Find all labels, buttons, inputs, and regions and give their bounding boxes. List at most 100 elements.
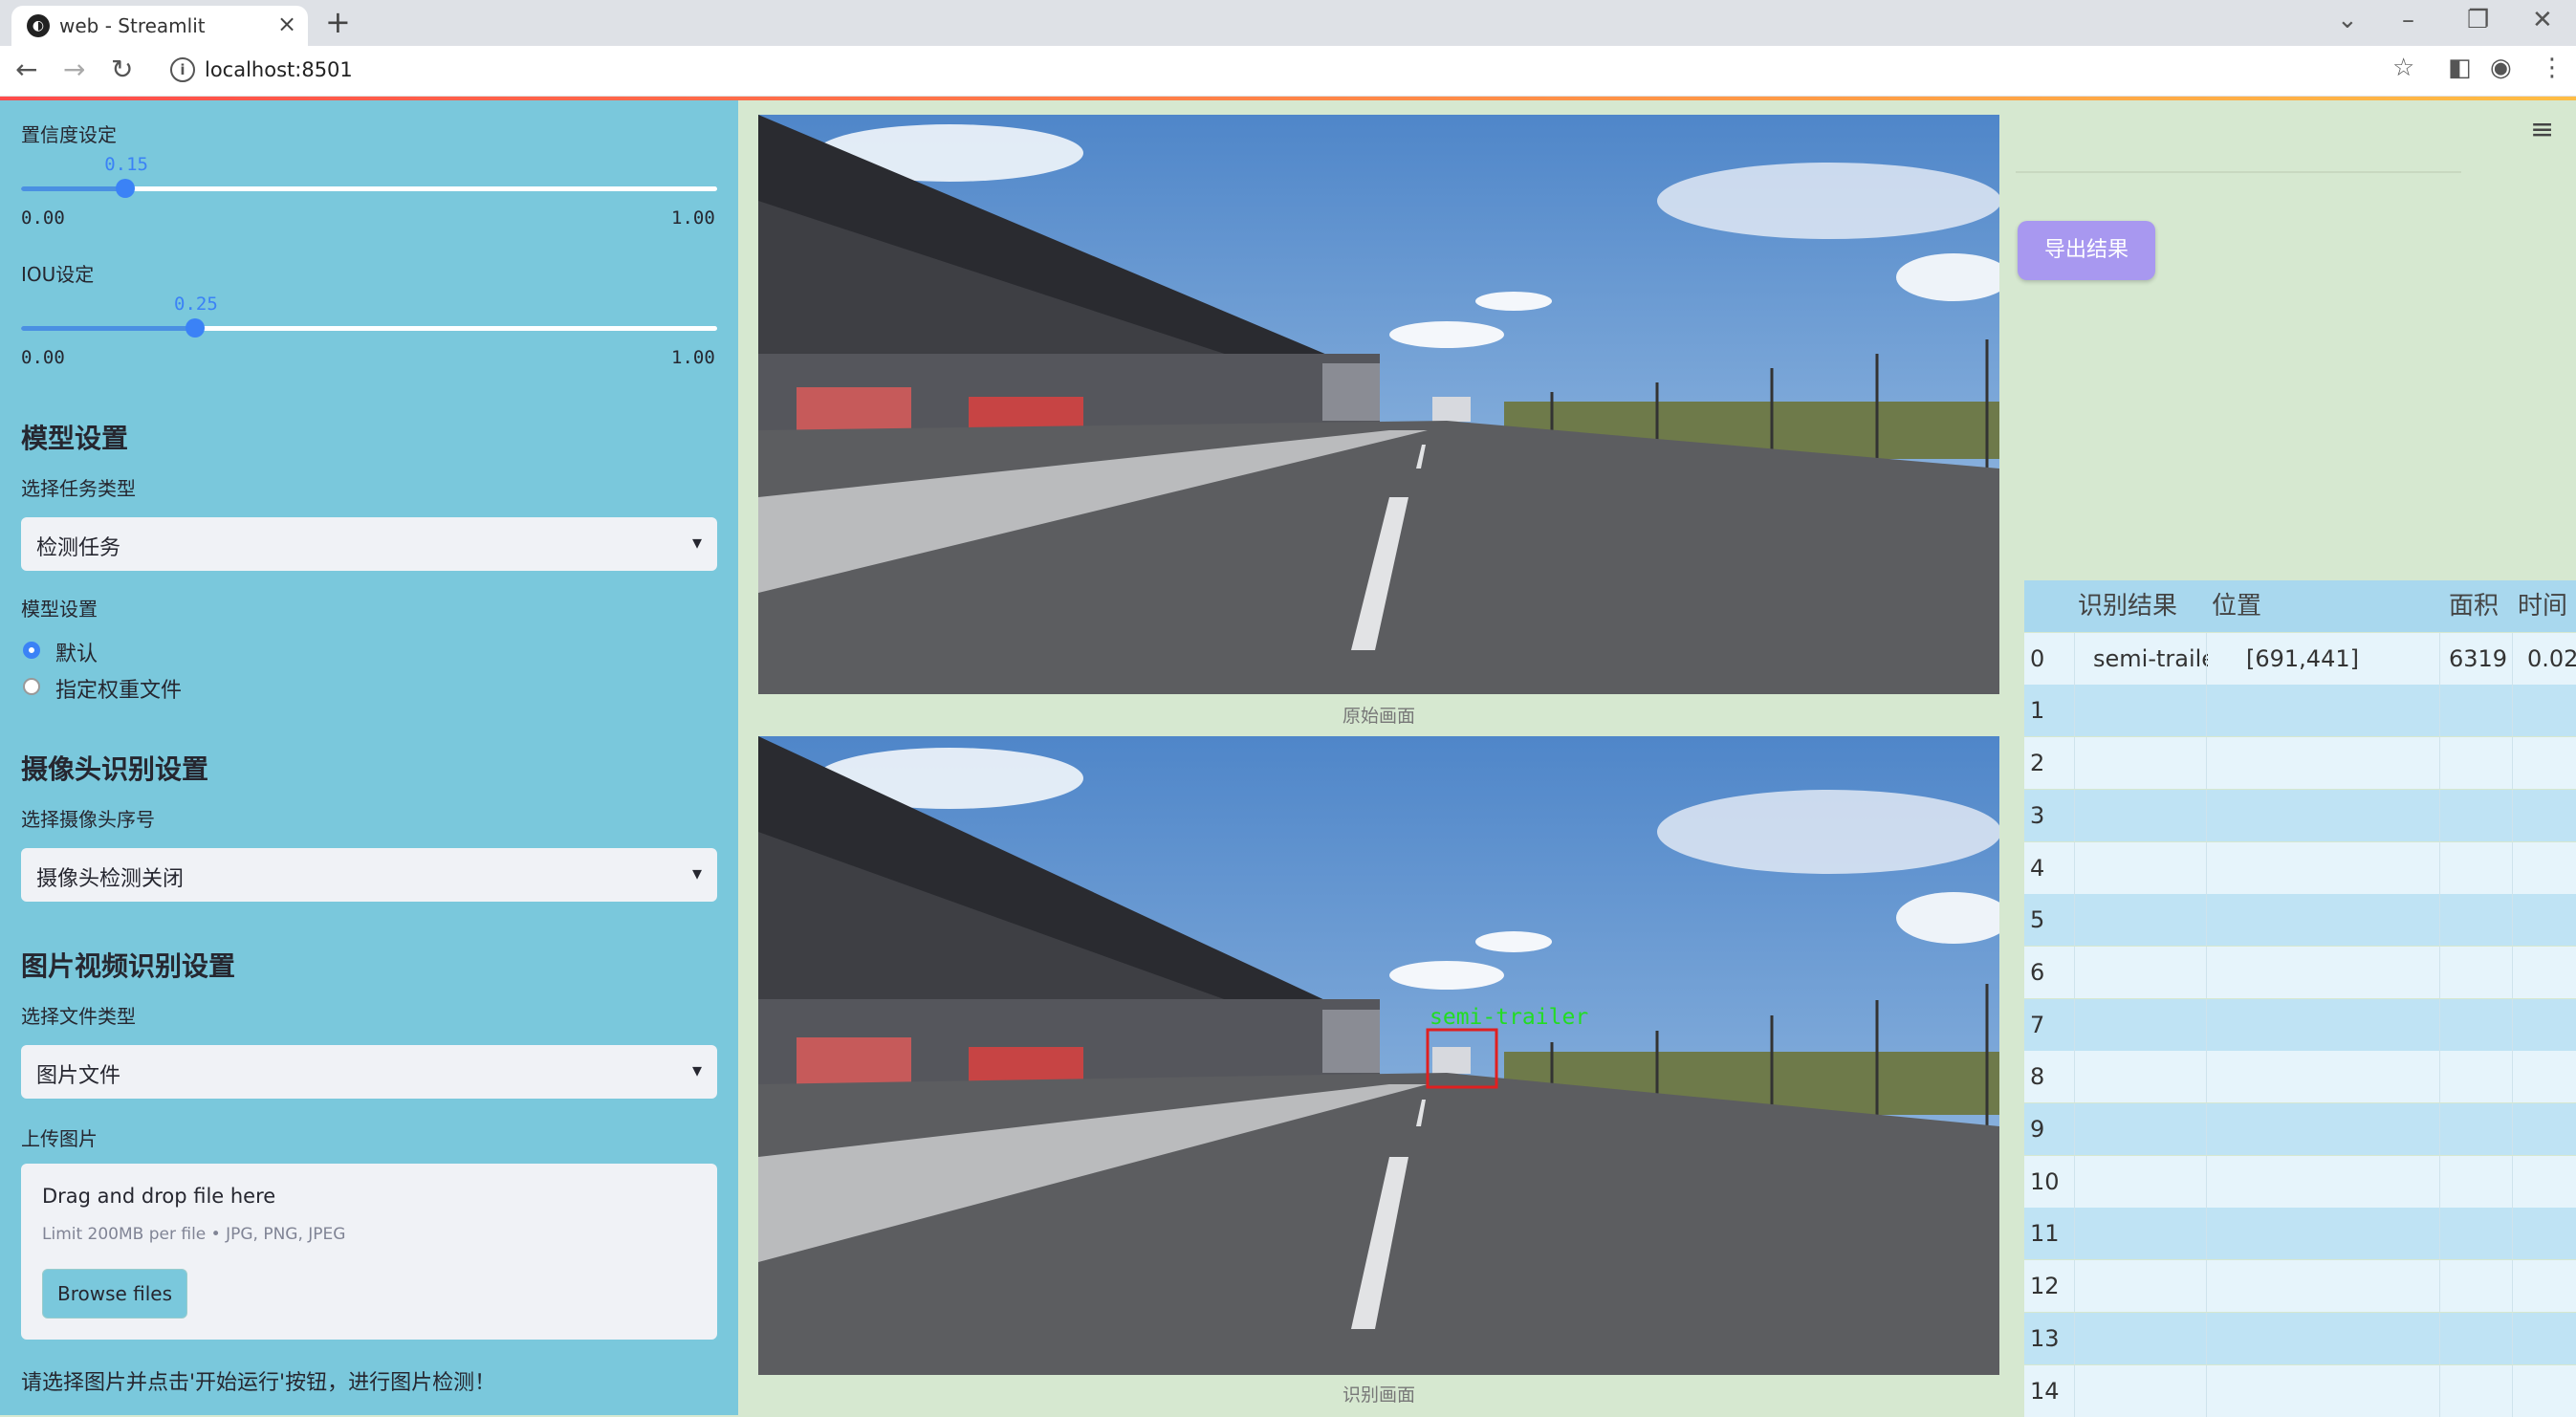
row-result [2093,1156,2208,1208]
column-divider [2206,999,2207,1051]
column-divider [2439,633,2440,685]
table-row[interactable]: 3 [2024,790,2576,841]
radio-default-label[interactable]: 默认 [55,637,98,667]
minimize-icon[interactable]: – [2402,6,2414,34]
column-divider [2439,1365,2440,1417]
table-row[interactable]: 6 [2024,947,2576,998]
iou-slider-thumb[interactable] [186,318,205,338]
chevron-down-icon: ▾ [691,531,702,554]
forward-icon[interactable]: → [63,54,85,85]
browse-files-button[interactable]: Browse files [42,1269,187,1319]
table-row[interactable]: 0 semi-trailer [691,441] 6319 0.02 [2024,633,2576,685]
table-header-row: 识别结果 位置 面积 时间 [2024,580,2576,632]
confidence-slider-thumb[interactable] [116,179,136,198]
iou-min: 0.00 [21,347,65,368]
header-result[interactable]: 识别结果 [2078,580,2202,632]
table-row[interactable]: 10 [2024,1156,2576,1208]
column-divider [2512,1051,2513,1102]
detected-image: semi-trailer [758,736,1999,1375]
column-divider [2206,737,2207,789]
url-text[interactable]: localhost:8501 [205,58,353,81]
row-result [2093,1260,2208,1312]
row-position: [691,441] [2246,645,2359,672]
row-index: 6 [2030,959,2045,986]
table-row[interactable]: 7 [2024,999,2576,1051]
row-area [2449,1313,2506,1364]
detection-label: semi-trailer [1430,1005,1588,1030]
new-tab-icon[interactable]: + [325,4,351,40]
table-row[interactable]: 9 [2024,1103,2576,1155]
column-divider [2439,1051,2440,1102]
side-panel-icon[interactable]: ◧ [2448,54,2472,82]
browser-tab[interactable]: ◐ web - Streamlit × [11,6,308,46]
radio-custom-weights[interactable] [23,678,40,695]
row-position [2246,894,2428,946]
row-area [2449,685,2506,736]
column-divider [2074,1365,2075,1417]
table-row[interactable]: 1 [2024,685,2576,736]
table-row[interactable]: 11 [2024,1208,2576,1259]
header-position[interactable]: 位置 [2212,580,2432,632]
table-row[interactable]: 14 [2024,1365,2576,1417]
table-row[interactable]: 12 [2024,1260,2576,1312]
row-index: 5 [2030,906,2045,933]
restore-icon[interactable]: ❐ [2467,6,2489,34]
header-index [2030,580,2068,632]
header-area[interactable]: 面积 [2449,580,2506,632]
row-position [2246,685,2428,736]
column-divider [2206,685,2207,736]
row-area: 6319 [2449,645,2506,672]
tab-search-icon[interactable]: ⌄ [2337,6,2358,34]
weights-label: 模型设置 [21,598,98,621]
hamburger-menu-icon[interactable]: ≡ [2530,113,2554,146]
row-time [2527,999,2576,1051]
row-result [2093,1208,2208,1259]
table-row[interactable]: 4 [2024,842,2576,894]
row-position [2246,1051,2428,1102]
header-time[interactable]: 时间 [2518,580,2576,632]
column-divider [2512,1313,2513,1364]
row-index: 1 [2030,697,2045,724]
profile-avatar-icon[interactable]: ◉ [2490,54,2512,82]
row-position [2246,1365,2428,1417]
column-divider [2512,1103,2513,1155]
row-position [2246,842,2428,894]
file-type-select[interactable]: 图片文件 ▾ [21,1045,717,1099]
row-area [2449,1260,2506,1312]
table-row[interactable]: 2 [2024,737,2576,789]
table-row[interactable]: 13 [2024,1313,2576,1364]
export-results-button[interactable]: 导出结果 [2018,221,2155,280]
row-index: 4 [2030,855,2045,882]
file-uploader-dropzone[interactable]: Drag and drop file here Limit 200MB per … [21,1164,717,1340]
browser-menu-icon[interactable]: ⋮ [2540,54,2565,82]
address-bar[interactable]: i localhost:8501 [155,54,2383,88]
radio-default[interactable] [23,642,40,659]
row-area [2449,1051,2506,1102]
row-time [2527,790,2576,841]
back-icon[interactable]: ← [15,54,37,85]
tab-close-icon[interactable]: × [277,11,296,37]
bookmark-star-icon[interactable]: ☆ [2392,54,2414,82]
streamlit-favicon-icon: ◐ [27,14,50,37]
iou-slider[interactable] [21,318,717,338]
table-row[interactable]: 8 [2024,1051,2576,1102]
radio-custom-weights-label[interactable]: 指定权重文件 [55,673,182,704]
table-row[interactable]: 5 [2024,894,2576,946]
column-divider [2206,894,2207,946]
camera-index-select[interactable]: 摄像头检测关闭 ▾ [21,848,717,902]
column-divider [2512,737,2513,789]
row-time [2527,1208,2576,1259]
close-window-icon[interactable]: ✕ [2532,6,2553,34]
reload-icon[interactable]: ↻ [111,54,133,85]
confidence-slider[interactable] [21,179,717,198]
row-time [2527,894,2576,946]
upload-label: 上传图片 [21,1127,98,1150]
confidence-slider-fill [21,186,126,191]
task-type-select[interactable]: 检测任务 ▾ [21,517,717,571]
iou-slider-fill [21,326,195,331]
row-index: 11 [2030,1220,2060,1247]
column-divider [2439,737,2440,789]
site-info-icon[interactable]: i [170,57,195,82]
chevron-down-icon: ▾ [691,1058,702,1081]
row-area [2449,1208,2506,1259]
